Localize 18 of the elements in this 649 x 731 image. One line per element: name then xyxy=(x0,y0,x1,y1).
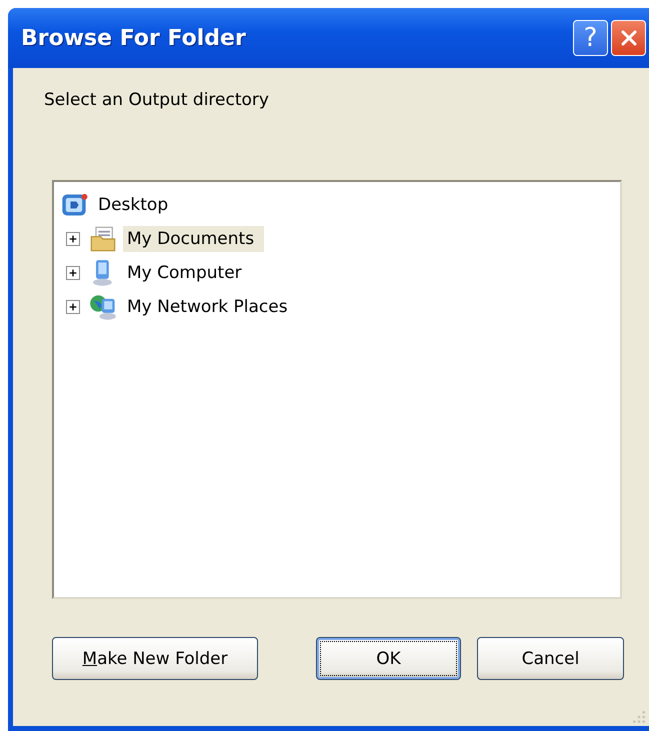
documents-folder-icon xyxy=(89,225,117,253)
tree-item[interactable]: My Network Places xyxy=(123,294,298,320)
window-title: Browse For Folder xyxy=(21,26,246,50)
network-computer-icon xyxy=(89,293,117,321)
help-button[interactable]: ? xyxy=(573,20,608,56)
close-button[interactable] xyxy=(611,20,646,56)
dialog-button[interactable]: OK xyxy=(316,637,461,680)
expand-toggle-icon[interactable] xyxy=(66,266,80,280)
prompt-text: Select an Output directory xyxy=(44,90,269,110)
dialog-button[interactable]: Make New Folder xyxy=(52,637,258,680)
expand-toggle-icon[interactable] xyxy=(66,232,80,246)
close-icon xyxy=(618,28,638,48)
resize-grip-icon[interactable] xyxy=(632,710,646,724)
tree-item[interactable]: My Documents xyxy=(123,226,264,252)
expand-toggle-icon[interactable] xyxy=(66,300,80,314)
tree-item[interactable]: Desktop xyxy=(94,192,178,218)
dialog-button[interactable]: Cancel xyxy=(477,637,624,680)
tree-item[interactable]: My Computer xyxy=(123,260,252,286)
